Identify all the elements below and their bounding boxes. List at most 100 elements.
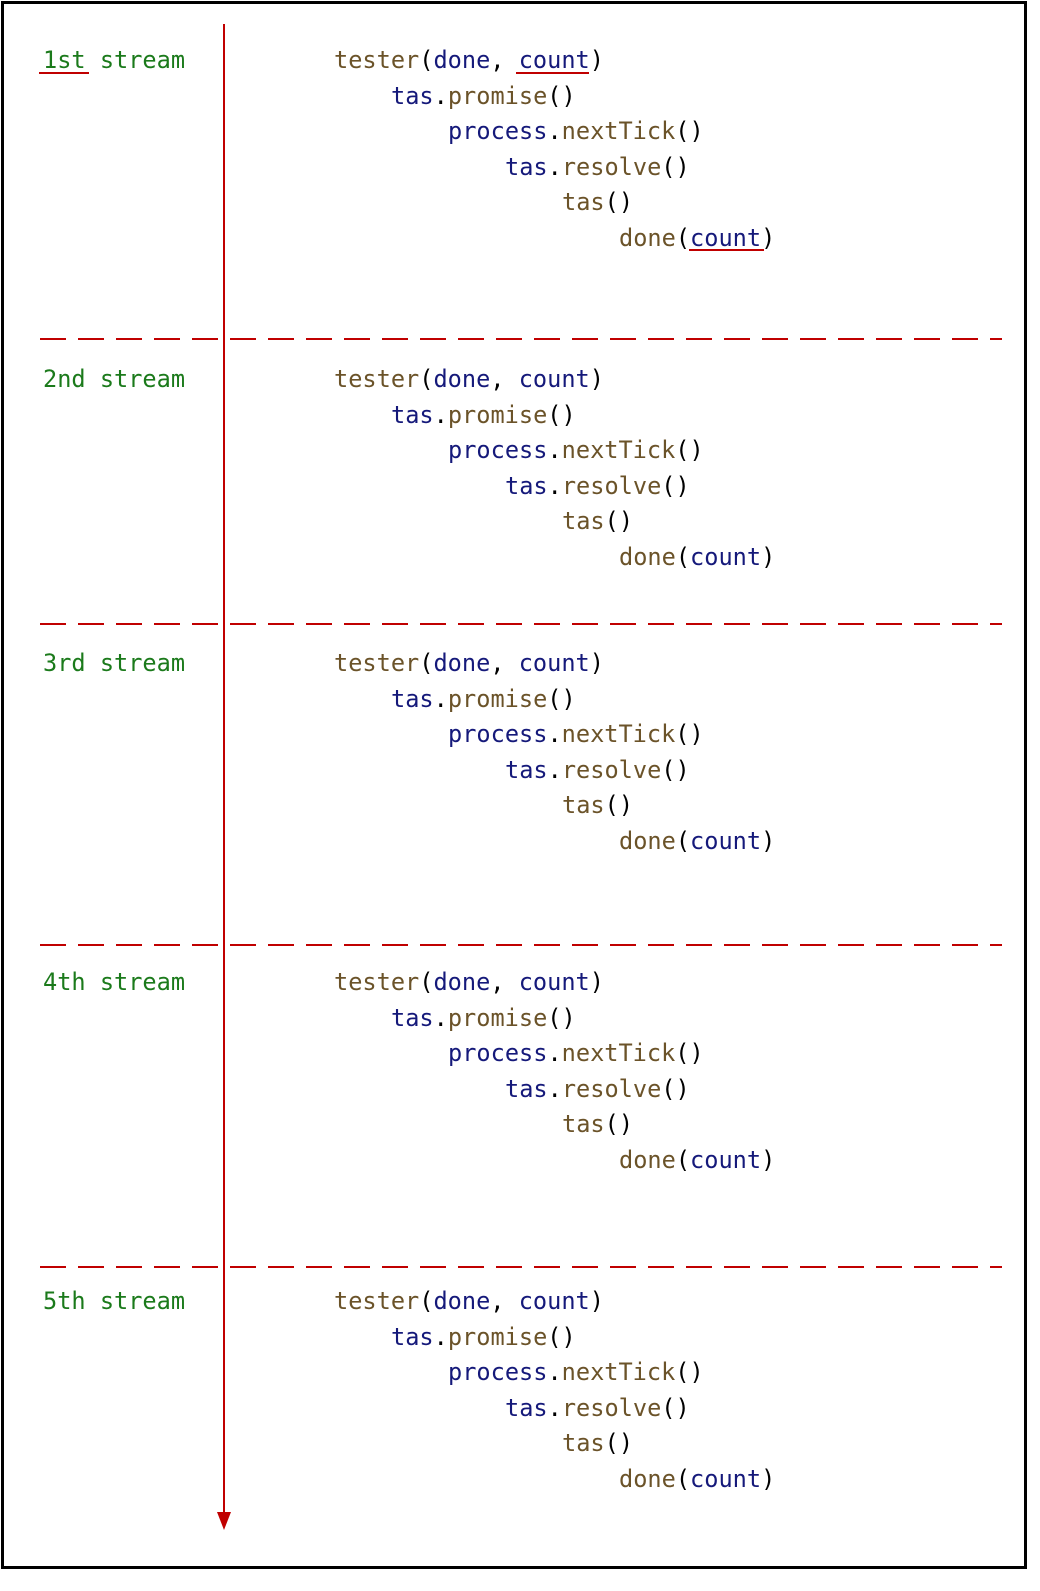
code-token-parens2: () (675, 117, 704, 145)
code-token-tas1: tas (391, 1322, 434, 1351)
code-token-open2: ( (675, 542, 691, 571)
code-line-tas-resolve: tas.resolve() (505, 154, 690, 180)
code-token-tas2: tas (505, 1074, 548, 1103)
code-token-process: process (448, 436, 548, 464)
code-line-next-tick: process.nextTick() (448, 1359, 704, 1385)
code-token-close1: ) (589, 968, 604, 996)
code-line-done-call: done(count) (619, 1147, 775, 1173)
code-token-parens2: () (675, 1039, 704, 1067)
code-token-done-call: done (619, 1145, 676, 1174)
code-token-tester: tester (334, 968, 420, 996)
code-line-done-call: done(count) (619, 1466, 775, 1492)
code-token-tester: tester (334, 365, 420, 393)
code-token-tas3: tas (562, 507, 605, 535)
code-token-open1: ( (419, 365, 434, 393)
code-token-dot1: . (433, 1322, 448, 1351)
code-token-parens4: () (604, 791, 634, 819)
code-line-tas-promise: tas.promise() (391, 1005, 576, 1031)
code-token-done-arg: done (433, 46, 491, 74)
code-token-open1: ( (419, 1287, 434, 1315)
code-token-tas2: tas (505, 755, 548, 784)
code-token-close2: ) (761, 826, 776, 855)
stream-label: 5th stream (43, 1287, 186, 1315)
code-token-promise: promise (447, 684, 548, 713)
code-token-parens2: () (675, 436, 704, 464)
stream-label: 2nd stream (43, 365, 186, 393)
code-token-open1: ( (419, 968, 434, 996)
code-line-tas-call: tas() (562, 189, 633, 215)
code-token-tas1: tas (391, 81, 434, 110)
code-token-parens3: () (661, 471, 690, 500)
code-token-dot1: . (433, 1003, 448, 1032)
code-line-next-tick: process.nextTick() (448, 437, 704, 463)
stream-label: 4th stream (43, 968, 186, 996)
code-line-done-call: done(count) (619, 225, 775, 251)
code-token-done-call: done (619, 223, 676, 252)
code-token-resolve: resolve (561, 755, 662, 784)
code-line-tas-call: tas() (562, 792, 633, 818)
code-line-tas-call: tas() (562, 508, 633, 534)
code-token-close1: ) (589, 46, 604, 74)
code-token-tas1: tas (391, 684, 434, 713)
code-token-count-arg: count (518, 968, 590, 996)
code-token-tas3: tas (562, 791, 605, 819)
code-token-done-arg: done (433, 365, 491, 393)
code-line-tas-resolve: tas.resolve() (505, 1395, 690, 1421)
code-token-done-call: done (619, 542, 676, 571)
code-token-comma: , (490, 649, 505, 677)
code-token-comma: , (490, 365, 505, 393)
code-token-parens2: () (675, 1358, 704, 1386)
code-line-tas-call: tas() (562, 1430, 633, 1456)
code-token-close2: ) (761, 1464, 776, 1493)
code-token-tas2: tas (505, 471, 548, 500)
code-line-tester-call: tester(done, count) (334, 1288, 604, 1314)
code-token-dot3: . (547, 471, 562, 500)
code-token-open2: ( (675, 1145, 691, 1174)
code-line-tas-promise: tas.promise() (391, 1324, 576, 1350)
code-token-tas3: tas (562, 1429, 605, 1457)
code-token-tas1: tas (391, 1003, 434, 1032)
timeline-arrowhead (217, 1512, 231, 1530)
code-token-count-call: count (690, 826, 762, 855)
code-token-parens3: () (661, 152, 690, 181)
code-token-close2: ) (761, 542, 776, 571)
code-token-tester: tester (334, 46, 420, 74)
code-token-tas2: tas (505, 152, 548, 181)
code-token-dot2: . (547, 720, 562, 748)
code-token-process: process (448, 117, 548, 145)
code-line-tas-resolve: tas.resolve() (505, 473, 690, 499)
code-line-done-call: done(count) (619, 544, 775, 570)
code-token-close1: ) (589, 1287, 604, 1315)
code-token-parens3: () (661, 1074, 690, 1103)
code-token-comma: , (490, 1287, 505, 1315)
code-token-promise: promise (447, 1003, 548, 1032)
code-token-dot2: . (547, 117, 562, 145)
code-token-nextTick: nextTick (561, 1039, 676, 1067)
stream-label: 1st stream (43, 46, 186, 74)
code-token-tas2: tas (505, 1393, 548, 1422)
code-line-tester-call: tester(done, count) (334, 366, 604, 392)
code-token-done-call: done (619, 826, 676, 855)
code-token-count-call: count (690, 542, 762, 571)
code-token-resolve: resolve (561, 152, 662, 181)
code-token-close1: ) (589, 649, 604, 677)
code-line-tas-call: tas() (562, 1111, 633, 1137)
code-token-done-arg: done (433, 968, 491, 996)
code-token-open2: ( (675, 1464, 691, 1493)
code-token-open2: ( (675, 826, 691, 855)
code-token-dot2: . (547, 1039, 562, 1067)
code-token-tester: tester (334, 1287, 420, 1315)
code-token-count-call: count (690, 1464, 762, 1493)
code-line-tas-promise: tas.promise() (391, 686, 576, 712)
code-token-promise: promise (447, 1322, 548, 1351)
code-token-parens4: () (604, 507, 634, 535)
code-line-next-tick: process.nextTick() (448, 118, 704, 144)
code-token-comma: , (490, 968, 505, 996)
code-token-parens1: () (547, 81, 576, 110)
code-token-parens4: () (604, 1110, 634, 1138)
code-line-next-tick: process.nextTick() (448, 721, 704, 747)
code-token-dot2: . (547, 436, 562, 464)
code-token-dot3: . (547, 755, 562, 784)
stream-label: 3rd stream (43, 649, 186, 677)
code-line-tas-resolve: tas.resolve() (505, 757, 690, 783)
